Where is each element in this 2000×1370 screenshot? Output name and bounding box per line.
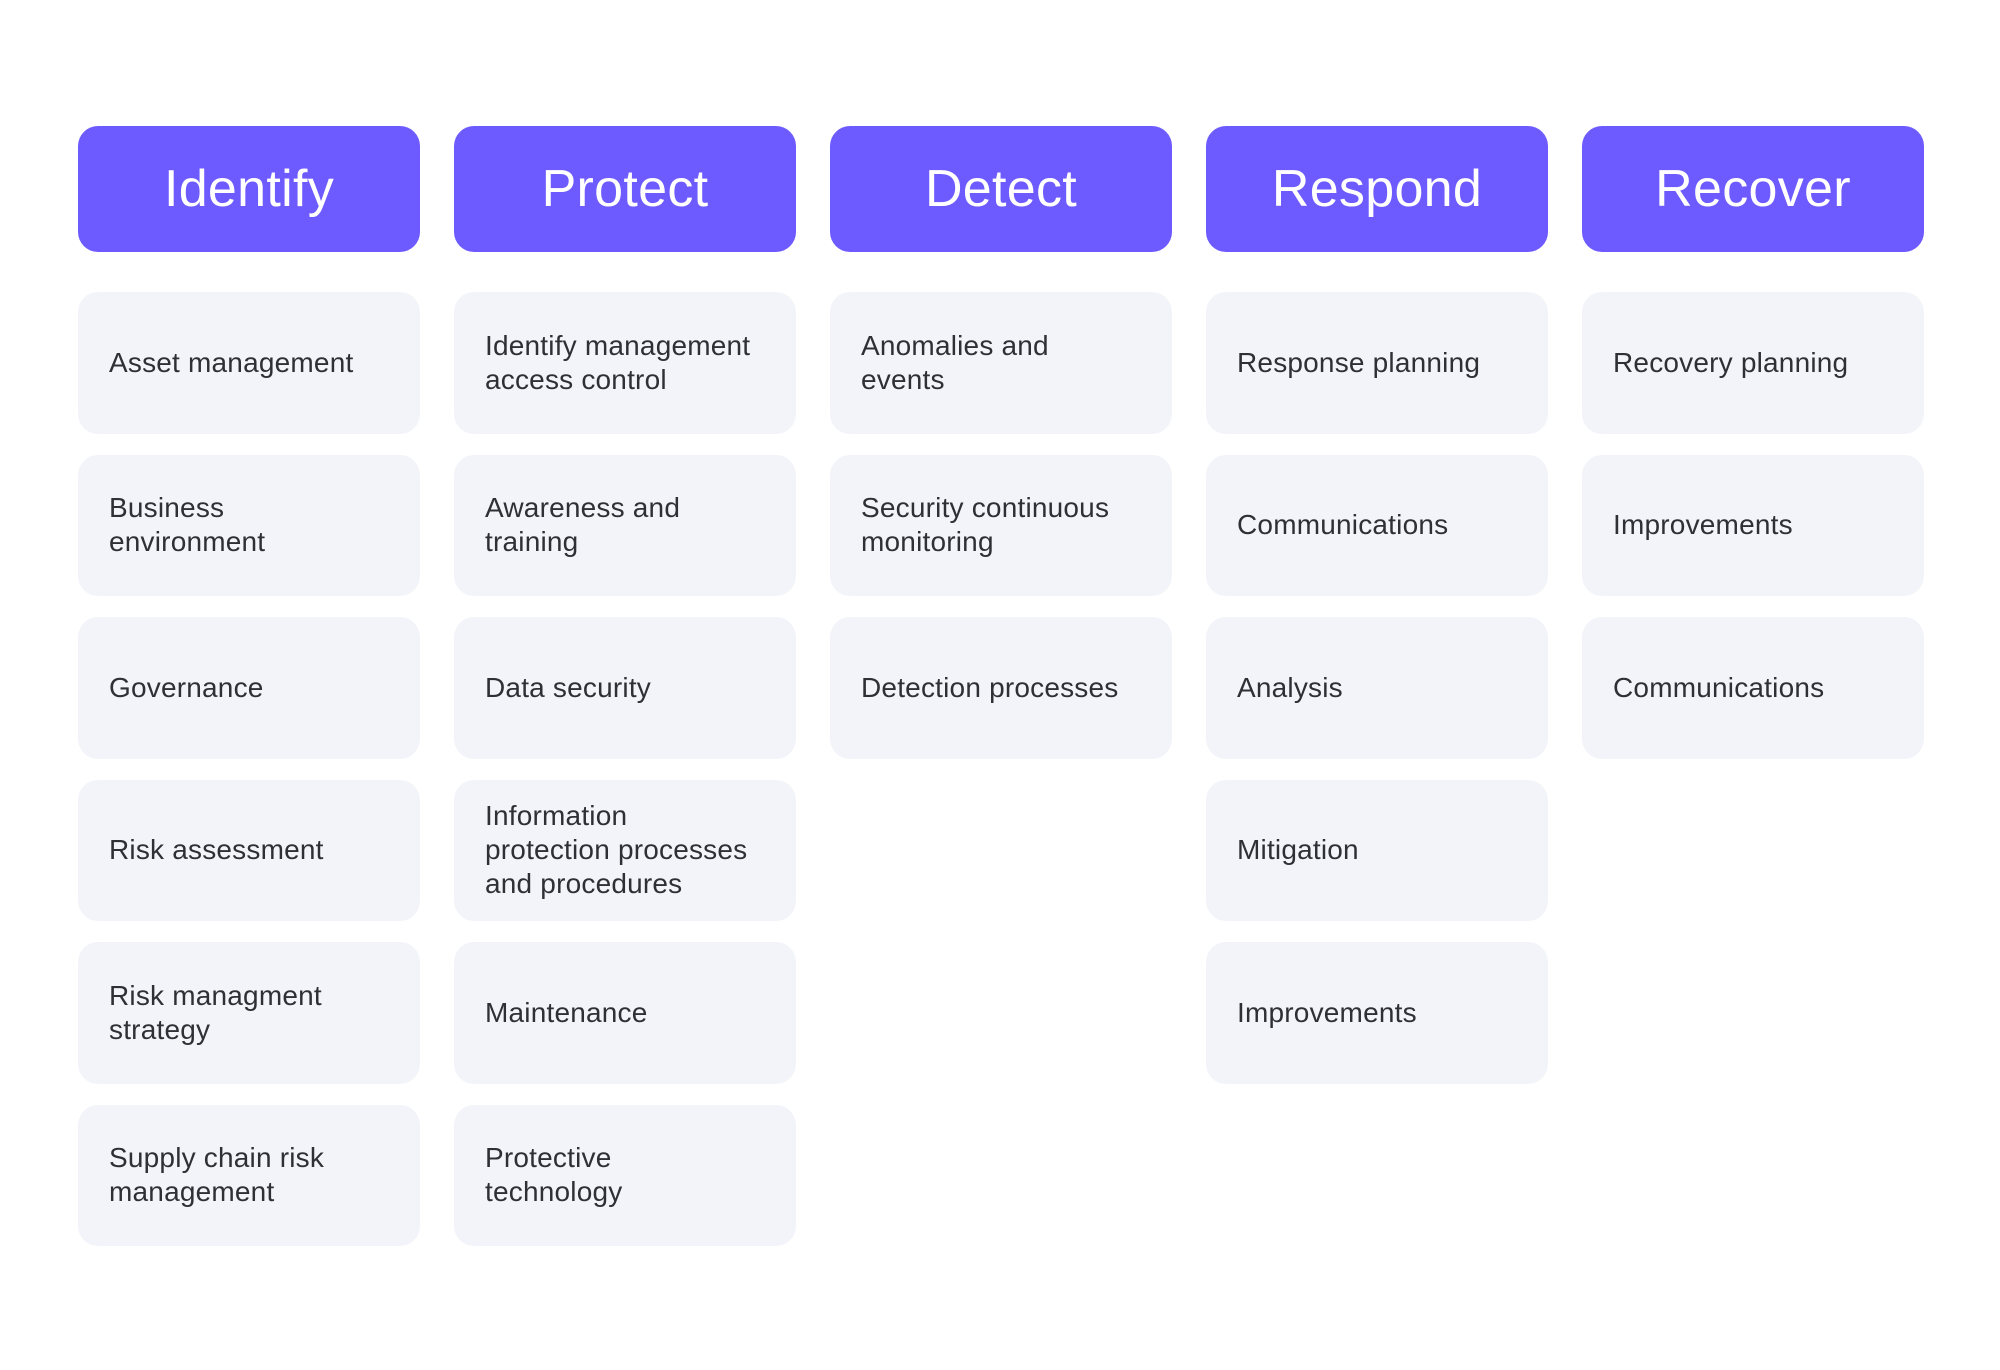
column-header-respond: Respond	[1206, 126, 1548, 252]
category-label: Detection processes	[861, 671, 1119, 703]
category-label: Response planning	[1237, 346, 1481, 378]
category-label: Business environment	[109, 492, 266, 558]
category-card: Governance	[78, 617, 420, 759]
category-label: Anomalies and events	[861, 329, 1049, 395]
category-card: Business environment	[78, 454, 420, 596]
category-card: Response planning	[1206, 292, 1548, 434]
category-card: Anomalies and events	[830, 292, 1172, 434]
category-label: Mitigation	[1237, 834, 1359, 866]
category-label: Improvements	[1613, 509, 1793, 541]
category-label: Protective technology	[485, 1142, 623, 1208]
category-card: Risk managment strategy	[78, 942, 420, 1084]
category-card: Communications	[1206, 454, 1548, 596]
column-detect: Detect Anomalies and events Security con…	[830, 126, 1172, 1246]
category-label: Communications	[1613, 671, 1825, 703]
category-card: Identify management access control	[454, 292, 796, 434]
category-label: Analysis	[1237, 671, 1343, 703]
category-card: Awareness and training	[454, 454, 796, 596]
category-label: Data security	[485, 671, 651, 703]
category-card: Maintenance	[454, 942, 796, 1084]
category-card: Asset management	[78, 292, 420, 434]
category-card: Improvements	[1582, 454, 1924, 596]
category-card: Information protection processes and pro…	[454, 779, 796, 921]
category-label: Security continuous monitoring	[861, 492, 1110, 558]
category-label: Information protection processes and pro…	[485, 800, 748, 900]
category-card: Risk assessment	[78, 779, 420, 921]
category-label: Communications	[1237, 509, 1449, 541]
category-label: Governance	[109, 671, 264, 703]
detect-items: Anomalies and events Security continuous…	[830, 292, 1172, 759]
column-header-identify: Identify	[78, 126, 420, 252]
category-label: Identify management access control	[485, 329, 751, 395]
protect-items: Identify management access control Aware…	[454, 292, 796, 1246]
column-respond: Respond Response planning Communications…	[1206, 126, 1548, 1246]
column-header-detect: Detect	[830, 126, 1172, 252]
category-label: Supply chain risk management	[109, 1142, 325, 1208]
category-label: Asset management	[109, 346, 354, 378]
category-card: Improvements	[1206, 942, 1548, 1084]
category-label: Risk assessment	[109, 834, 324, 866]
category-label: Maintenance	[485, 996, 648, 1028]
category-card: Analysis	[1206, 617, 1548, 759]
category-card: Communications	[1582, 617, 1924, 759]
column-header-protect: Protect	[454, 126, 796, 252]
category-card: Supply chain risk management	[78, 1104, 420, 1246]
category-card: Protective technology	[454, 1104, 796, 1246]
recover-items: Recovery planning Improvements Communica…	[1582, 292, 1924, 759]
category-label: Risk managment strategy	[109, 979, 322, 1045]
column-protect: Protect Identify management access contr…	[454, 126, 796, 1246]
respond-items: Response planning Communications Analysi…	[1206, 292, 1548, 1084]
category-card: Detection processes	[830, 617, 1172, 759]
column-identify: Identify Asset management Business envir…	[78, 126, 420, 1246]
category-card: Mitigation	[1206, 779, 1548, 921]
column-header-recover: Recover	[1582, 126, 1924, 252]
category-card: Data security	[454, 617, 796, 759]
category-card: Security continuous monitoring	[830, 454, 1172, 596]
column-recover: Recover Recovery planning Improvements C…	[1582, 126, 1924, 1246]
category-label: Improvements	[1237, 996, 1417, 1028]
framework-board: Identify Asset management Business envir…	[78, 126, 1924, 1246]
category-label: Awareness and training	[485, 492, 681, 558]
identify-items: Asset management Business environment Go…	[78, 292, 420, 1246]
category-card: Recovery planning	[1582, 292, 1924, 434]
category-label: Recovery planning	[1613, 346, 1849, 378]
